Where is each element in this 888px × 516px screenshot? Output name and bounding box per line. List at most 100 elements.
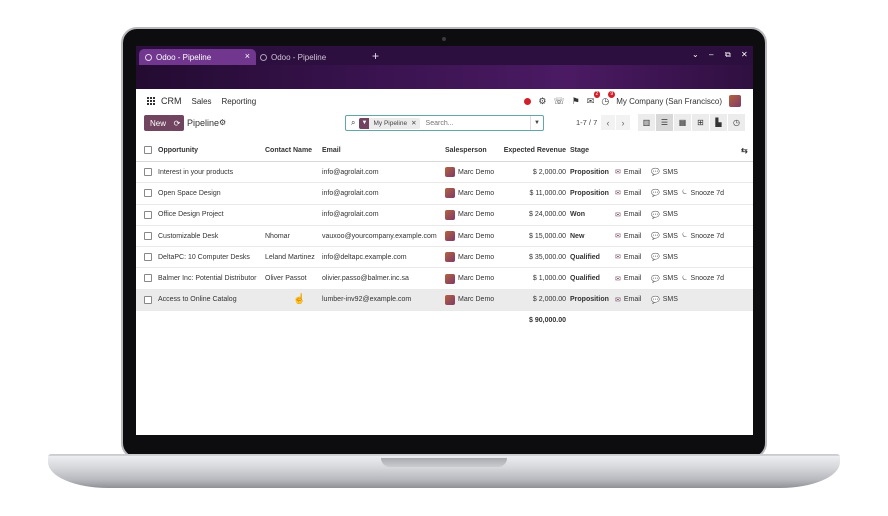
browser-tab-active[interactable]: Odoo - Pipeline × xyxy=(139,49,256,65)
table-row[interactable]: Customizable Desk Nhomar vauxoo@yourcomp… xyxy=(136,226,753,248)
app-menu-grid-icon[interactable] xyxy=(147,97,155,105)
pager-next-icon[interactable]: › xyxy=(616,115,630,130)
row-checkbox[interactable] xyxy=(144,231,152,240)
opportunities-table: Opportunity Contact Name Email Salespers… xyxy=(136,140,753,312)
email: info@deltapc.example.com xyxy=(322,253,407,261)
salesperson-name: Marc Demo xyxy=(458,168,495,176)
select-all-checkbox[interactable] xyxy=(144,146,152,154)
row-checkbox[interactable] xyxy=(144,253,152,262)
table-row[interactable]: Open Space Design info@agrolait.com Marc… xyxy=(136,183,753,205)
sms-action-button[interactable]: 💬 SMS xyxy=(651,183,678,203)
close-tab-icon[interactable]: × xyxy=(245,51,250,61)
search-icon: ⌕ xyxy=(351,118,356,127)
salesperson-name: Marc Demo xyxy=(458,296,495,304)
search-options-toggle-icon[interactable]: ▼ xyxy=(530,116,543,130)
sms-action-button[interactable]: 💬 SMS xyxy=(651,205,678,225)
row-checkbox[interactable] xyxy=(144,274,152,283)
list-view-icon[interactable]: ☰ xyxy=(656,114,673,131)
app-name[interactable]: CRM xyxy=(161,96,182,106)
settings-gear-icon[interactable]: ⚙ xyxy=(538,96,546,107)
email-action-button[interactable]: ✉ Email xyxy=(615,162,641,182)
table-row[interactable]: Balmer Inc: Potential Distributor Oliver… xyxy=(136,268,753,290)
browser-tab-inactive[interactable]: Odoo - Pipeline xyxy=(254,49,371,65)
snooze-icon: ⏾ xyxy=(682,274,688,282)
pager-value[interactable]: 1-7 / 7 xyxy=(576,118,597,127)
filter-facet[interactable]: ▼ My Pipeline ✕ xyxy=(359,117,420,129)
screen: Odoo - Pipeline × Odoo - Pipeline + ⌄ – … xyxy=(136,46,753,435)
row-checkbox[interactable] xyxy=(144,210,152,219)
expected-revenue: $ 15,000.00 xyxy=(529,232,566,240)
table-row[interactable]: DeltaPC: 10 Computer Desks Leland Martin… xyxy=(136,247,753,269)
envelope-icon: ✉ xyxy=(615,254,621,262)
laptop-scene: Odoo - Pipeline × Odoo - Pipeline + ⌄ – … xyxy=(0,0,888,516)
recording-dot-icon[interactable] xyxy=(524,97,532,105)
row-checkbox[interactable] xyxy=(144,168,152,176)
close-window-icon[interactable]: ✕ xyxy=(741,50,748,59)
column-header-salesperson[interactable]: Salesperson xyxy=(445,140,487,161)
sms-action-button[interactable]: 💬 SMS xyxy=(651,162,678,182)
actions-gear-icon[interactable]: ⚙ xyxy=(219,118,226,127)
tab-list-icon[interactable]: ⌄ xyxy=(692,50,699,59)
search-input[interactable] xyxy=(425,119,522,127)
company-switcher[interactable]: My Company (San Francisco) xyxy=(616,97,722,106)
stage: Won xyxy=(570,211,586,219)
activities-clock-icon[interactable]: ◷ 9 xyxy=(601,90,616,107)
calendar-view-icon[interactable]: ▦ xyxy=(674,114,691,131)
email: lumber-inv92@example.com xyxy=(322,296,412,304)
remove-facet-icon[interactable]: ✕ xyxy=(411,119,419,127)
table-row[interactable]: Office Design Project info@agrolait.com … xyxy=(136,205,753,226)
email-action-button[interactable]: ✉ Email xyxy=(615,268,641,288)
email-action-label: Email xyxy=(623,232,642,240)
optional-columns-icon[interactable]: ⇆ xyxy=(741,140,748,161)
table-row[interactable]: Interest in your products info@agrolait.… xyxy=(136,162,753,184)
snooze-label: Snooze 7d xyxy=(690,275,725,283)
envelope-icon: ✉ xyxy=(615,190,621,198)
email-action-button[interactable]: ✉ Email xyxy=(615,205,641,225)
sms-action-button[interactable]: 💬 SMS xyxy=(651,226,678,246)
email: vauxoo@yourcompany.example.com xyxy=(322,232,437,240)
snooze-button[interactable]: ⏾ Snooze 7d xyxy=(682,183,724,203)
row-checkbox[interactable] xyxy=(144,189,152,198)
email-action-button[interactable]: ✉ Email xyxy=(615,183,641,203)
snooze-button[interactable]: ⏾ Snooze 7d xyxy=(682,226,724,246)
search-bar[interactable]: ⌕ ▼ My Pipeline ✕ ▼ xyxy=(345,115,544,131)
revenue-total: $ 90,000.00 xyxy=(529,317,566,324)
snooze-icon: ⏾ xyxy=(682,189,688,197)
bookmark-icon[interactable]: ⚑ xyxy=(572,96,580,107)
restore-icon[interactable]: ⧉ xyxy=(725,50,731,60)
menu-sales[interactable]: Sales xyxy=(192,97,212,106)
snooze-button[interactable]: ⏾ Snooze 7d xyxy=(682,268,724,288)
webcam xyxy=(442,37,446,41)
column-header-revenue[interactable]: Expected Revenue xyxy=(496,140,566,161)
kanban-view-icon[interactable]: ▥ xyxy=(638,114,655,131)
reload-icon[interactable]: ⟳ xyxy=(170,115,184,131)
user-avatar[interactable] xyxy=(729,95,741,107)
menu-reporting[interactable]: Reporting xyxy=(222,97,257,106)
table-row[interactable]: Access to Online Catalog lumber-inv92@ex… xyxy=(136,289,753,312)
column-header-contact[interactable]: Contact Name xyxy=(265,140,312,161)
activity-view-icon[interactable]: ◷ xyxy=(728,114,745,131)
email-action-button[interactable]: ✉ Email xyxy=(615,226,641,246)
sms-action-button[interactable]: 💬 SMS xyxy=(651,290,678,310)
snooze-label: Snooze 7d xyxy=(690,189,725,197)
stage: New xyxy=(570,232,585,240)
email-action-button[interactable]: ✉ Email xyxy=(615,290,641,310)
email: olivier.passo@balmer.inc.sa xyxy=(322,275,409,283)
graph-view-icon[interactable]: ▙ xyxy=(710,114,727,131)
new-tab-button[interactable]: + xyxy=(372,49,379,63)
tab-favicon-icon xyxy=(260,53,267,61)
column-header-email[interactable]: Email xyxy=(322,140,341,161)
phone-icon[interactable]: ☏ xyxy=(553,96,564,107)
column-header-opportunity[interactable]: Opportunity xyxy=(158,140,198,161)
pager-previous-icon[interactable]: ‹ xyxy=(601,115,615,130)
sms-action-button[interactable]: 💬 SMS xyxy=(651,268,678,288)
row-checkbox[interactable] xyxy=(144,295,152,304)
column-header-stage[interactable]: Stage xyxy=(570,140,589,161)
minimize-icon[interactable]: – xyxy=(709,50,713,59)
pivot-view-icon[interactable]: ⊞ xyxy=(692,114,709,131)
email-action-button[interactable]: ✉ Email xyxy=(615,247,641,267)
new-button[interactable]: New xyxy=(144,115,173,131)
opportunity-name: Customizable Desk xyxy=(158,232,219,240)
messages-icon[interactable]: ✉ 2 xyxy=(587,90,601,107)
sms-action-button[interactable]: 💬 SMS xyxy=(651,247,678,267)
